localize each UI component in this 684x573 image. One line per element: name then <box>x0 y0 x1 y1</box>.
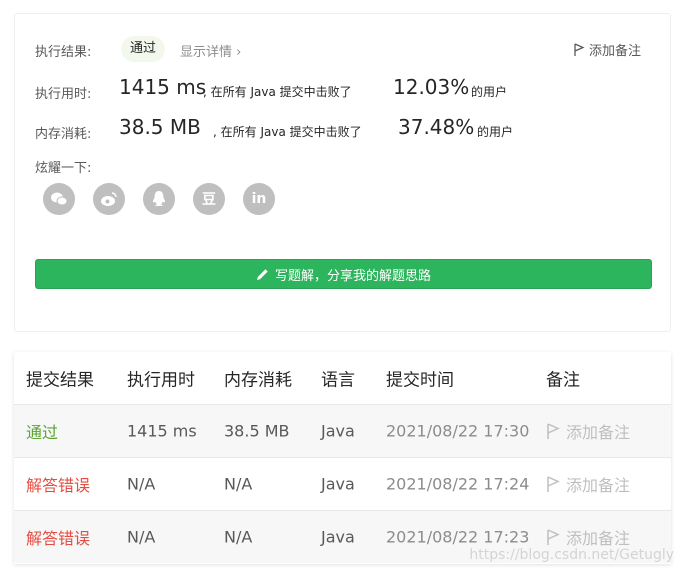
douban-icon[interactable]: 豆 <box>193 183 225 215</box>
row-status-link[interactable]: 解答错误 <box>26 472 90 496</box>
row-add-note-button[interactable]: 添加备注 <box>546 419 630 443</box>
result-row: 执行结果: 通过 显示详情 › 添加备注 <box>35 36 655 64</box>
flag-icon <box>547 528 560 545</box>
memory-value: 38.5 MB <box>119 115 201 139</box>
row-status-link[interactable]: 通过 <box>26 419 58 443</box>
header-memory: 内存消耗 <box>224 370 292 391</box>
row-add-note-button[interactable]: 添加备注 <box>546 525 630 549</box>
table-row: 通过 1415 ms 38.5 MB Java 2021/08/22 17:30… <box>14 404 671 457</box>
row-time: 2021/08/22 17:30 <box>386 421 530 441</box>
row-time: 2021/08/22 17:23 <box>386 527 530 547</box>
submission-summary-card: 执行结果: 通过 显示详情 › 添加备注 执行用时: 1415 ms , 在所有… <box>14 13 671 332</box>
memory-beat-text: , 在所有 Java 提交中击败了 <box>213 125 362 139</box>
runtime-beat-text: , 在所有 Java 提交中击败了 <box>203 85 352 99</box>
runtime-row: 执行用时: 1415 ms , 在所有 Java 提交中击败了 12.03% 的… <box>35 75 655 105</box>
linkedin-icon[interactable]: in <box>243 183 275 215</box>
weibo-icon[interactable] <box>93 183 125 215</box>
header-note: 备注 <box>546 370 580 391</box>
add-note-button[interactable]: 添加备注 <box>573 40 641 59</box>
row-add-note-button[interactable]: 添加备注 <box>546 472 630 496</box>
flag-icon <box>547 475 560 492</box>
status-badge: 通过 <box>121 36 166 62</box>
runtime-label: 执行用时: <box>35 87 92 102</box>
row-status-link[interactable]: 解答错误 <box>26 525 90 549</box>
row-memory: 38.5 MB <box>224 421 290 441</box>
table-row: 解答错误 N/A N/A Java 2021/08/22 17:24 添加备注 <box>14 457 671 510</box>
row-time: 2021/08/22 17:24 <box>386 474 530 494</box>
flag-icon <box>547 422 560 439</box>
memory-percent: 37.48% <box>398 115 475 139</box>
share-label: 炫耀一下: <box>35 161 92 176</box>
header-status: 提交结果 <box>26 370 94 391</box>
runtime-suffix: 的用户 <box>471 85 508 99</box>
header-language: 语言 <box>321 370 355 391</box>
memory-label: 内存消耗: <box>35 127 92 142</box>
runtime-value: 1415 ms <box>119 75 207 99</box>
submissions-table: 提交结果 执行用时 内存消耗 语言 提交时间 备注 通过 1415 ms 38.… <box>14 352 671 564</box>
runtime-percent: 12.03% <box>393 75 470 99</box>
row-language: Java <box>321 474 355 494</box>
row-runtime: N/A <box>127 527 156 547</box>
header-time: 提交时间 <box>386 370 454 391</box>
row-runtime: N/A <box>127 474 156 494</box>
flag-icon <box>574 42 585 56</box>
watermark-text: https://blog.csdn.net/Getugly <box>469 547 674 563</box>
qq-icon[interactable] <box>143 183 175 215</box>
row-memory: N/A <box>224 474 253 494</box>
wechat-icon[interactable] <box>43 183 75 215</box>
table-header: 提交结果 执行用时 内存消耗 语言 提交时间 备注 <box>14 352 671 404</box>
add-note-label: 添加备注 <box>588 44 641 59</box>
row-runtime: 1415 ms <box>127 421 197 441</box>
write-solution-button[interactable]: 写题解，分享我的解题思路 <box>35 259 652 289</box>
write-solution-label: 写题解，分享我的解题思路 <box>274 268 431 284</box>
row-language: Java <box>321 527 355 547</box>
header-runtime: 执行用时 <box>127 370 195 391</box>
pencil-icon <box>256 268 268 280</box>
memory-suffix: 的用户 <box>477 125 514 139</box>
row-memory: N/A <box>224 527 253 547</box>
show-details-link[interactable]: 显示详情 › <box>180 41 241 60</box>
memory-row: 内存消耗: 38.5 MB , 在所有 Java 提交中击败了 37.48% 的… <box>35 115 655 145</box>
row-language: Java <box>321 421 355 441</box>
result-label: 执行结果: <box>35 45 92 60</box>
